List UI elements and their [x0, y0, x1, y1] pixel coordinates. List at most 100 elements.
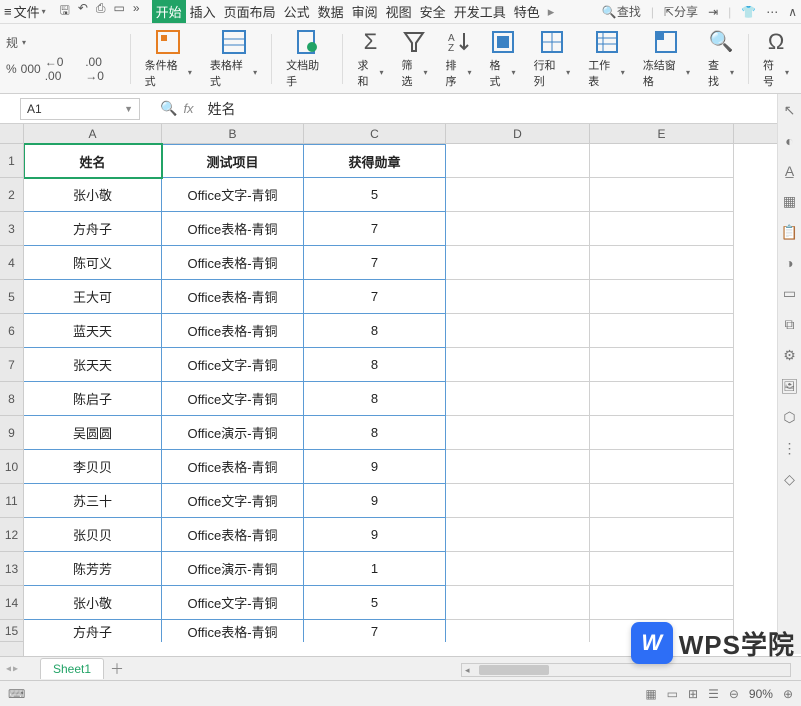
- table-icon[interactable]: ▦: [783, 193, 796, 210]
- preview-icon[interactable]: ▭: [114, 1, 125, 22]
- cell[interactable]: [446, 518, 590, 552]
- cell[interactable]: [590, 484, 734, 518]
- row-header[interactable]: 2: [0, 178, 23, 212]
- sum-button[interactable]: Σ 求和▾: [351, 25, 389, 93]
- cell[interactable]: 张贝贝: [24, 518, 162, 552]
- layers-icon[interactable]: ▭: [783, 285, 796, 302]
- horizontal-scrollbar[interactable]: ◂: [461, 663, 791, 677]
- row-header[interactable]: 10: [0, 450, 23, 484]
- row-header[interactable]: 12: [0, 518, 23, 552]
- tab-pagelayout[interactable]: 页面布局: [220, 0, 280, 23]
- row-header[interactable]: 9: [0, 416, 23, 450]
- export-icon[interactable]: ⇥: [708, 5, 718, 19]
- cell[interactable]: Office文字-青铜: [162, 178, 304, 212]
- rowcol-button[interactable]: 行和列▾: [528, 25, 577, 93]
- cell[interactable]: [446, 484, 590, 518]
- tab-view[interactable]: 视图: [382, 0, 416, 23]
- cell[interactable]: 方舟子: [24, 212, 162, 246]
- cell[interactable]: 张小敬: [24, 178, 162, 212]
- cell[interactable]: 8: [304, 314, 446, 348]
- cell[interactable]: [446, 246, 590, 280]
- cell[interactable]: 张小敬: [24, 586, 162, 620]
- tab-special[interactable]: 特色: [510, 0, 544, 23]
- cell[interactable]: [590, 314, 734, 348]
- cell[interactable]: 1: [304, 552, 446, 586]
- percent-button[interactable]: %: [6, 62, 17, 76]
- diamond-icon[interactable]: ◇: [784, 471, 795, 488]
- cell[interactable]: [446, 348, 590, 382]
- cell[interactable]: 陈芳芳: [24, 552, 162, 586]
- cell[interactable]: [590, 348, 734, 382]
- reading-mode-icon[interactable]: ☰: [708, 687, 719, 701]
- file-menu[interactable]: ≡ 文件 ▾: [4, 2, 46, 21]
- chevron-down-icon[interactable]: ▾: [22, 38, 26, 47]
- row-header[interactable]: 15: [0, 620, 23, 642]
- cell[interactable]: [590, 620, 734, 642]
- cell[interactable]: 测试项目: [162, 144, 304, 178]
- fx-icon[interactable]: fx: [183, 101, 193, 116]
- cell[interactable]: Office表格-青铜: [162, 246, 304, 280]
- row-header[interactable]: 8: [0, 382, 23, 416]
- thousands-button[interactable]: 000: [21, 62, 41, 76]
- tab-start[interactable]: 开始: [152, 0, 186, 23]
- doc-assist-button[interactable]: 文档助手: [280, 25, 334, 93]
- options-icon[interactable]: ⋮: [783, 440, 797, 457]
- cell[interactable]: [590, 212, 734, 246]
- cell[interactable]: [590, 450, 734, 484]
- cell[interactable]: [590, 382, 734, 416]
- select-icon[interactable]: ◐: [785, 133, 793, 149]
- cell[interactable]: 姓名: [24, 144, 162, 178]
- cell[interactable]: 方舟子: [24, 620, 162, 642]
- cell[interactable]: 张天天: [24, 348, 162, 382]
- hex-icon[interactable]: ⬡: [783, 409, 795, 426]
- cell[interactable]: 9: [304, 518, 446, 552]
- undo-icon[interactable]: ↶: [78, 1, 88, 22]
- tab-security[interactable]: 安全: [416, 0, 450, 23]
- cell[interactable]: [446, 450, 590, 484]
- cell[interactable]: [446, 620, 590, 642]
- cell[interactable]: Office文字-青铜: [162, 586, 304, 620]
- tabs-overflow-icon[interactable]: ▸: [544, 2, 559, 22]
- cell[interactable]: [446, 382, 590, 416]
- more-icon[interactable]: »: [133, 1, 140, 22]
- cell[interactable]: 王大可: [24, 280, 162, 314]
- number-format-label[interactable]: 规: [6, 34, 18, 51]
- zoom-in-button[interactable]: ⊕: [783, 687, 793, 701]
- tab-devtools[interactable]: 开发工具: [450, 0, 510, 23]
- select-all-corner[interactable]: [0, 124, 23, 144]
- cell[interactable]: Office演示-青铜: [162, 552, 304, 586]
- cell[interactable]: [590, 246, 734, 280]
- cell[interactable]: 李贝贝: [24, 450, 162, 484]
- view-page-icon[interactable]: ▭: [667, 687, 678, 701]
- freeze-button[interactable]: 冻结窗格▾: [637, 25, 696, 93]
- cell[interactable]: Office表格-青铜: [162, 620, 304, 642]
- row-header[interactable]: 13: [0, 552, 23, 586]
- cell[interactable]: 7: [304, 280, 446, 314]
- print-icon[interactable]: ⎙: [96, 1, 106, 22]
- column-header[interactable]: A: [24, 124, 162, 143]
- cell[interactable]: [590, 280, 734, 314]
- cell[interactable]: [446, 314, 590, 348]
- formula-input[interactable]: [204, 98, 801, 120]
- row-header[interactable]: 7: [0, 348, 23, 382]
- insert-function-icon[interactable]: 🔍: [160, 100, 177, 117]
- table-style-button[interactable]: 表格样式▾: [204, 25, 263, 93]
- cell[interactable]: [590, 552, 734, 586]
- cell[interactable]: Office表格-青铜: [162, 314, 304, 348]
- cell[interactable]: 9: [304, 450, 446, 484]
- cell[interactable]: [446, 416, 590, 450]
- font-icon[interactable]: A̲: [785, 163, 794, 179]
- increase-decimal-button[interactable]: ←0 .00: [45, 55, 82, 83]
- cell[interactable]: Office文字-青铜: [162, 382, 304, 416]
- format-button[interactable]: 格式▾: [484, 25, 522, 93]
- cell[interactable]: [446, 280, 590, 314]
- cell[interactable]: 9: [304, 484, 446, 518]
- cell[interactable]: Office表格-青铜: [162, 212, 304, 246]
- scrollbar-thumb[interactable]: [479, 665, 549, 675]
- cell[interactable]: [590, 416, 734, 450]
- zoom-out-button[interactable]: ⊖: [729, 687, 739, 701]
- cell[interactable]: 陈启子: [24, 382, 162, 416]
- column-header[interactable]: E: [590, 124, 734, 143]
- cell[interactable]: 获得勋章: [304, 144, 446, 178]
- scroll-left-icon[interactable]: ◂: [465, 665, 470, 676]
